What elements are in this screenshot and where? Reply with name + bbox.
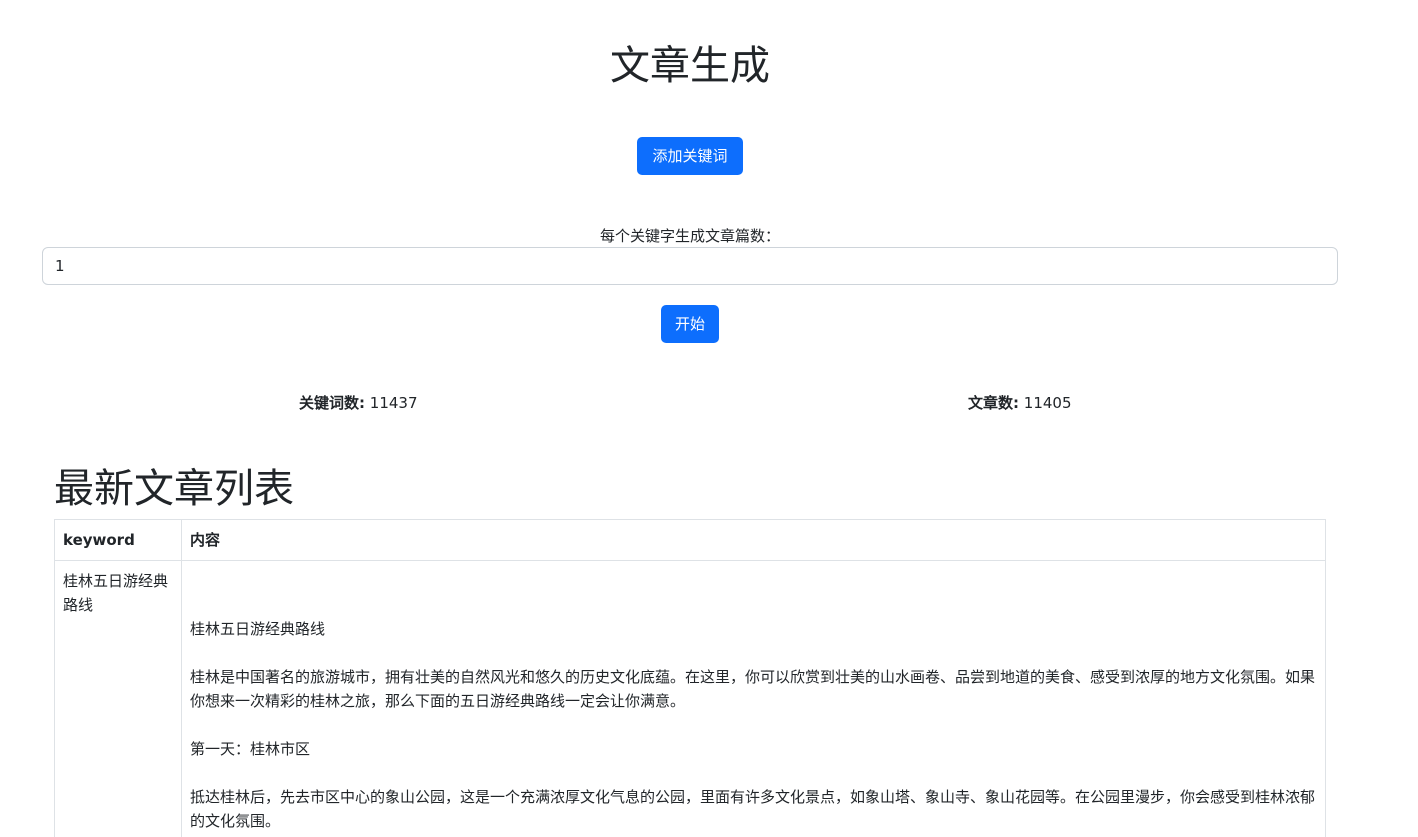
latest-articles-title: 最新文章列表 — [54, 466, 294, 512]
article-total-label: 文章数: — [968, 394, 1019, 412]
keyword-cell: 桂林五日游经典路线 — [54, 560, 182, 837]
keyword-count-value: 11437 — [369, 394, 418, 412]
article-paragraph: 第一天：桂林市区 — [190, 740, 311, 758]
table-row: 桂林五日游经典路线 桂林五日游经典路线 桂林是中国著名的旅游城市，拥有壮美的自然… — [54, 560, 1326, 837]
column-header-content: 内容 — [181, 519, 1326, 561]
add-keyword-button[interactable]: 添加关键词 — [637, 137, 743, 175]
keyword-count-label: 关键词数: — [299, 394, 365, 412]
article-count-input[interactable] — [42, 247, 1338, 285]
article-count-label: 每个关键字生成文章篇数： — [599, 227, 780, 245]
page: 文章生成 添加关键词 每个关键字生成文章篇数： 开始 关键词数: 11437 文… — [0, 0, 1418, 837]
article-count-stat: 文章数: 11405 — [968, 393, 1072, 413]
start-button[interactable]: 开始 — [661, 305, 719, 343]
article-heading: 桂林五日游经典路线 — [190, 620, 326, 638]
column-header-keyword: keyword — [54, 519, 182, 561]
articles-table: keyword 内容 桂林五日游经典路线 桂林五日游经典路线 桂林是中国著名的旅… — [54, 519, 1326, 837]
article-total-value: 11405 — [1023, 394, 1072, 412]
keyword-count-stat: 关键词数: 11437 — [299, 393, 418, 413]
article-paragraph: 桂林是中国著名的旅游城市，拥有壮美的自然风光和悠久的历史文化底蕴。在这里，你可以… — [190, 668, 1316, 710]
page-title: 文章生成 — [610, 43, 770, 89]
content-cell: 桂林五日游经典路线 桂林是中国著名的旅游城市，拥有壮美的自然风光和悠久的历史文化… — [181, 560, 1326, 837]
table-header-row: keyword 内容 — [54, 519, 1326, 561]
articles-table-wrapper: keyword 内容 桂林五日游经典路线 桂林五日游经典路线 桂林是中国著名的旅… — [54, 519, 1326, 837]
article-paragraph: 抵达桂林后，先去市区中心的象山公园，这是一个充满浓厚文化气息的公园，里面有许多文… — [190, 788, 1316, 830]
